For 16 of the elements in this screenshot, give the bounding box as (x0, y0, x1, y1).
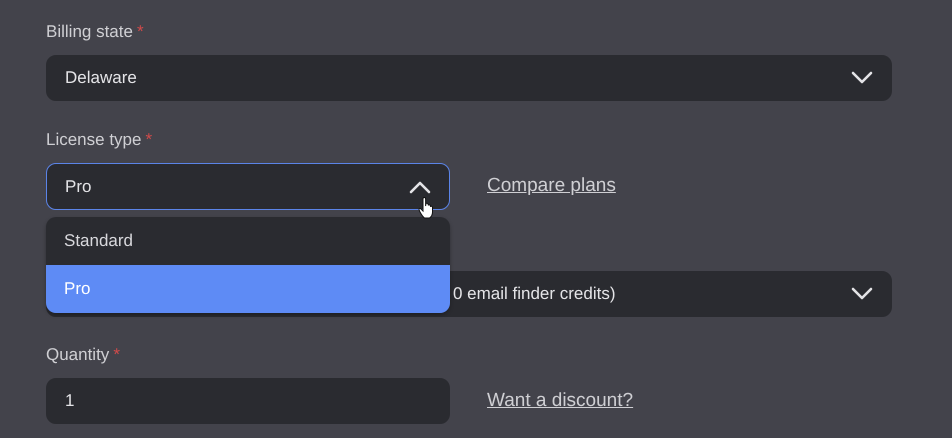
required-asterisk: * (136, 21, 144, 43)
required-asterisk: * (145, 129, 152, 151)
quantity-field[interactable]: 1 (46, 378, 450, 424)
text-link[interactable]: Compare plans (487, 172, 616, 201)
text-link[interactable]: Want a discount? (487, 386, 634, 416)
dropdown-option[interactable]: Standard (46, 217, 450, 265)
hand-cursor-icon (418, 197, 434, 219)
chevron-up-icon (409, 180, 431, 194)
chevron-down-icon (851, 287, 873, 301)
field-label: License type (46, 129, 142, 151)
field-label: Quantity (46, 344, 110, 366)
field-label: Billing state (46, 21, 133, 43)
select-field[interactable]: Delaware (46, 55, 892, 101)
select-field[interactable]: Pro (46, 163, 450, 210)
required-asterisk: * (113, 344, 120, 366)
chevron-down-icon (851, 71, 873, 85)
